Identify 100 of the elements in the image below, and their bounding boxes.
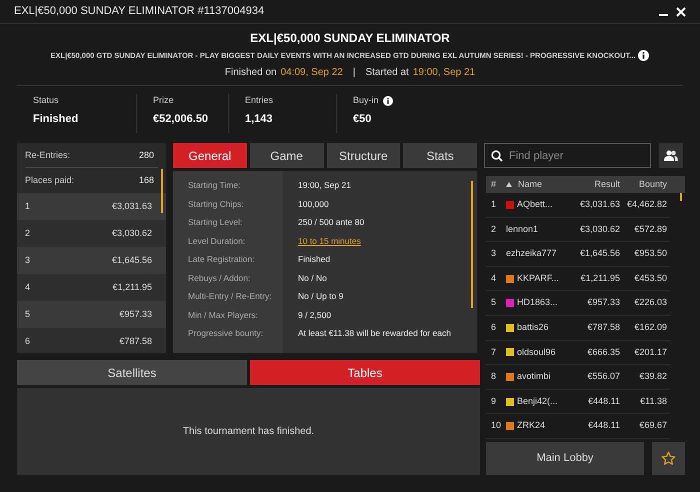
payout-amount: €3,030.62: [112, 227, 153, 240]
result-cell: €1,211.95: [580, 272, 620, 283]
search-input: Find player: [509, 148, 639, 164]
started-time: 19:00, Sep 21: [412, 66, 476, 80]
result-cell: €787.58: [587, 322, 620, 332]
tab[interactable]: Tables: [250, 360, 480, 385]
rank-cell-text: 8: [490, 370, 498, 384]
detail-label: Starting Time:: [188, 179, 242, 192]
payout-amount: €787.58: [119, 335, 153, 348]
scrollbar[interactable]: [161, 169, 163, 214]
detail-label: Rebuys / Addon:: [188, 272, 252, 285]
player-name: AQbett...: [517, 198, 553, 212]
player-name: HD1863...: [517, 296, 558, 310]
people-icon: [664, 150, 678, 162]
detail-label: Starting Level:: [188, 216, 244, 230]
close-icon[interactable]: [676, 6, 686, 16]
detail-value: 9 / 2,500: [298, 310, 332, 320]
players-button[interactable]: [659, 143, 683, 168]
result-cell: €666.35: [587, 346, 620, 357]
column-header[interactable]: Bounty: [620, 178, 670, 192]
payout-amount: €957.33: [119, 308, 153, 321]
bounty-cell: €572.89: [634, 224, 667, 234]
rank-cell-text: 5: [490, 296, 498, 310]
result-cell: €1,645.56: [580, 248, 620, 258]
stat-label: Buy-in: [353, 94, 379, 108]
player-name: KKPARF...: [517, 272, 559, 285]
bounty-cell: €69.67: [639, 420, 667, 430]
search-field[interactable]: Find player: [484, 143, 651, 168]
bounty-cell: €953.50: [634, 248, 667, 258]
stat-value: €50: [353, 112, 372, 127]
summary-value: 280: [138, 148, 154, 162]
payout-amount: €1,211.95: [112, 281, 153, 294]
finished-time: 04:09, Sep 22: [280, 66, 343, 80]
stat-value: 1,143: [245, 112, 274, 127]
rank-cell-text: 9: [490, 394, 498, 408]
favorite-button[interactable]: [652, 442, 685, 475]
rank-cell-text: 1: [490, 198, 498, 212]
rank-cell-text: 2: [490, 222, 498, 236]
result-cell: €556.07: [587, 371, 620, 382]
stat-value: Finished: [33, 112, 80, 127]
payout-amount: €3,031.63: [112, 200, 153, 213]
tab[interactable]: Game: [250, 143, 324, 168]
column-header[interactable]: Result: [568, 178, 620, 192]
detail-label: Multi-Entry / Re-Entry:: [188, 290, 273, 304]
bounty-cell: €4,462.82: [626, 199, 667, 210]
column-header[interactable]: #: [486, 178, 504, 192]
bounty-cell: €453.50: [634, 272, 667, 283]
detail-label: Starting Chips:: [188, 198, 245, 211]
player-name: battis26: [517, 321, 549, 334]
result-cell: €3,030.62: [580, 224, 620, 234]
player-name: lennon1: [506, 222, 538, 236]
summary-label: Re-Entries:: [25, 148, 70, 162]
detail-value: At least €11.38 will be rewarded for each: [298, 328, 451, 338]
scrollbar[interactable]: [680, 193, 682, 201]
tab[interactable]: General: [173, 143, 247, 168]
summary-label: Places paid:: [25, 174, 74, 187]
summary-value: 168: [138, 174, 154, 187]
duration-link[interactable]: 10 to 15 minutes: [298, 236, 361, 246]
stat-value: €52,006.50: [153, 112, 210, 127]
tab[interactable]: Structure: [326, 143, 400, 168]
tab[interactable]: Satellites: [17, 360, 247, 385]
bounty-cell: €11.38: [640, 396, 667, 406]
detail-value: No / Up to 9: [298, 291, 344, 302]
scrollbar[interactable]: [471, 181, 473, 308]
detail-value: 250 / 500 ante 80: [298, 217, 364, 228]
rank-cell-text: 4: [490, 272, 498, 285]
payout-amount: €1,645.56: [112, 254, 153, 267]
stat-label: Entries: [245, 94, 274, 108]
payout-place: 6: [25, 335, 30, 348]
result-cell: €3,031.63: [580, 199, 620, 210]
detail-value: Finished: [298, 254, 330, 264]
detail-value: No / No: [298, 272, 327, 283]
bounty-cell: €162.09: [634, 322, 667, 332]
detail-label: Level Duration:: [188, 234, 246, 248]
rank-cell-text: 6: [490, 321, 498, 334]
started-label: Started at: [365, 66, 409, 80]
rank-cell-text: 10: [490, 419, 502, 432]
rank-cell-text: 7: [490, 346, 498, 359]
payout-place: 2: [25, 227, 30, 240]
payout-place: 1: [25, 200, 30, 213]
result-cell: €448.11: [588, 420, 620, 430]
player-name: ZRK24: [517, 419, 546, 432]
bounty-cell: €226.03: [634, 297, 667, 308]
stat-label: Prize: [153, 94, 174, 108]
column-header[interactable]: Name: [518, 178, 542, 192]
bounty-cell: €201.17: [634, 346, 667, 357]
info-icon[interactable]: [382, 96, 393, 106]
stat-label: Status: [33, 94, 59, 108]
result-cell: €957.33: [587, 297, 620, 308]
main-lobby-button[interactable]: Main Lobby: [486, 442, 644, 475]
player-name: oldsoul96: [517, 346, 556, 359]
payout-place: 3: [25, 254, 30, 267]
sort-ascending-icon[interactable]: [506, 182, 512, 187]
tab[interactable]: Stats: [403, 143, 477, 168]
payout-place: 5: [25, 308, 30, 321]
detail-label: Late Registration:: [188, 253, 256, 266]
star-icon: [661, 450, 676, 466]
player-name: ezhzeika777: [506, 247, 557, 260]
info-icon[interactable]: [638, 50, 650, 62]
rank-cell-text: 3: [490, 247, 498, 260]
